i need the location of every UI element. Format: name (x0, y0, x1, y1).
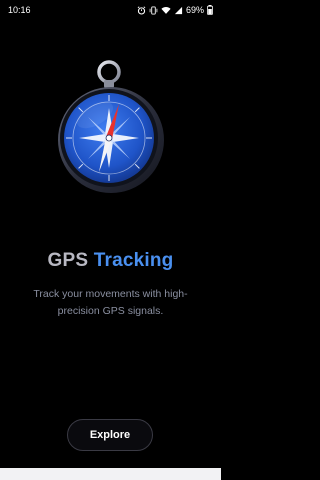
vibrate-icon (149, 5, 158, 15)
title-word-tracking: Tracking (93, 250, 174, 271)
status-time: 10:16 (8, 5, 31, 15)
status-bar: 10:16 69% (0, 0, 221, 20)
signal-icon (174, 6, 183, 14)
page-title: GPS Tracking (0, 250, 221, 272)
battery-icon (207, 5, 213, 15)
title-word-gps: GPS (47, 250, 89, 271)
compass-icon (55, 60, 167, 196)
alarm-icon (137, 5, 146, 15)
battery-percent: 69% (185, 5, 204, 15)
page-subtitle: Track your movements with high-precision… (33, 288, 188, 317)
wifi-icon (161, 6, 171, 14)
status-icons: 69% (137, 5, 213, 15)
navigation-bar (0, 468, 221, 480)
explore-button[interactable]: Explore (67, 419, 153, 451)
